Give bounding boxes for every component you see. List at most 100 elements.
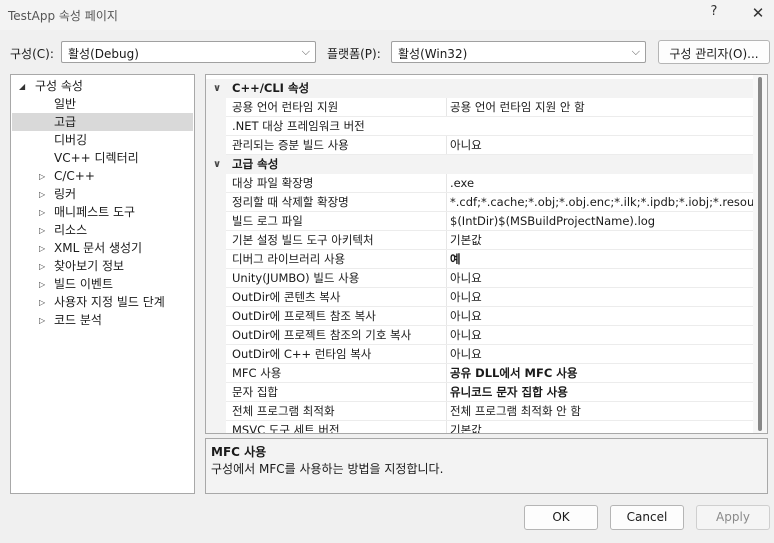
category-label: C++/CLI 속성 — [232, 81, 310, 95]
property-value[interactable]: 아니요 — [446, 307, 754, 326]
tree-item-cpp[interactable]: C/C++ — [54, 167, 95, 185]
property-name: 빌드 로그 파일 — [232, 214, 303, 228]
tree-item-browse-info[interactable]: 찾아보기 정보 — [54, 257, 124, 275]
window-title: TestApp 속성 페이지 — [8, 9, 118, 23]
property-grid: ∨ C++/CLI 속성 공용 언어 런타임 지원 공용 언어 런타임 지원 안 … — [205, 74, 768, 434]
property-value[interactable]: *.cdf;*.cache;*.obj;*.obj.enc;*.ilk;*.ip… — [446, 193, 754, 212]
expanded-triangle-icon[interactable]: ◢ — [19, 82, 25, 91]
apply-button[interactable]: Apply — [696, 505, 770, 530]
collapsed-triangle-icon[interactable]: ▷ — [39, 244, 45, 253]
category-advanced[interactable]: ∨ 고급 속성 — [206, 155, 754, 174]
property-row[interactable]: OutDir에 프로젝트 참조의 기호 복사 아니요 — [206, 326, 754, 345]
config-combo[interactable]: 활성(Debug) ⌵ — [61, 41, 316, 63]
chevron-down-icon[interactable]: ∨ — [213, 79, 221, 98]
tree-item-debugging[interactable]: 디버깅 — [54, 131, 87, 149]
property-value[interactable]: 공용 언어 런타임 지원 안 함 — [446, 98, 754, 117]
help-button[interactable]: ? — [702, 4, 726, 24]
chevron-down-icon[interactable]: ∨ — [213, 155, 221, 174]
ok-button[interactable]: OK — [524, 505, 598, 530]
property-name: OutDir에 콘텐츠 복사 — [232, 290, 341, 304]
tree-item-xml-doc-generator[interactable]: XML 문서 생성기 — [54, 239, 142, 257]
scrollbar-thumb[interactable] — [758, 77, 762, 431]
description-panel: MFC 사용 구성에서 MFC를 사용하는 방법을 지정합니다. — [205, 438, 768, 494]
property-value[interactable]: 전체 프로그램 최적화 안 함 — [446, 402, 754, 421]
title-bar: TestApp 속성 페이지 ? ✕ — [0, 0, 774, 30]
property-name: Unity(JUMBO) 빌드 사용 — [232, 271, 360, 285]
tree-item-manifest-tool[interactable]: 매니페스트 도구 — [54, 203, 135, 221]
category-label: 고급 속성 — [232, 157, 279, 171]
tree-item-code-analysis[interactable]: 코드 분석 — [54, 311, 102, 329]
property-name: 정리할 때 삭제할 확장명 — [232, 195, 349, 209]
property-name: 전체 프로그램 최적화 — [232, 404, 335, 418]
description-text: 구성에서 MFC를 사용하는 방법을 지정합니다. — [211, 462, 444, 476]
property-row[interactable]: .NET 대상 프레임워크 버전 — [206, 117, 754, 136]
cancel-button[interactable]: Cancel — [610, 505, 684, 530]
collapsed-triangle-icon[interactable]: ▷ — [39, 262, 45, 271]
property-value[interactable]: 아니요 — [446, 326, 754, 345]
category-cpp-cli[interactable]: ∨ C++/CLI 속성 — [206, 79, 754, 98]
property-value[interactable]: 아니요 — [446, 288, 754, 307]
tree-item-general[interactable]: 일반 — [54, 95, 76, 113]
collapsed-triangle-icon[interactable]: ▷ — [39, 172, 45, 181]
property-name: 기본 설정 빌드 도구 아키텍처 — [232, 233, 374, 247]
property-value[interactable]: 기본값 — [446, 421, 754, 433]
property-name: 디버그 라이브러리 사용 — [232, 252, 346, 266]
grid-scrollbar[interactable] — [753, 75, 767, 433]
tree-root-config-properties[interactable]: 구성 속성 — [35, 77, 83, 95]
chevron-down-icon: ⌵ — [301, 45, 310, 58]
tree-item-build-events[interactable]: 빌드 이벤트 — [54, 275, 113, 293]
property-name: OutDir에 프로젝트 참조 복사 — [232, 309, 376, 323]
property-row[interactable]: 관리되는 증분 빌드 사용 아니요 — [206, 136, 754, 155]
property-row[interactable]: 문자 집합 유니코드 문자 집합 사용 — [206, 383, 754, 402]
property-row[interactable]: 공용 언어 런타임 지원 공용 언어 런타임 지원 안 함 — [206, 98, 754, 117]
property-row[interactable]: 기본 설정 빌드 도구 아키텍처 기본값 — [206, 231, 754, 250]
description-title: MFC 사용 — [211, 445, 267, 459]
property-value[interactable]: 예 — [446, 250, 754, 269]
property-row[interactable]: 전체 프로그램 최적화 전체 프로그램 최적화 안 함 — [206, 402, 754, 421]
property-name: MFC 사용 — [232, 366, 282, 380]
property-value[interactable]: .exe — [446, 174, 754, 193]
collapsed-triangle-icon[interactable]: ▷ — [39, 298, 45, 307]
collapsed-triangle-icon[interactable]: ▷ — [39, 280, 45, 289]
platform-label: 플랫폼(P): — [327, 47, 381, 61]
property-name: 문자 집합 — [232, 385, 278, 399]
property-value[interactable]: 아니요 — [446, 136, 754, 155]
property-value[interactable]: 아니요 — [446, 269, 754, 288]
property-row[interactable]: MSVC 도구 세트 버전 기본값 — [206, 421, 754, 434]
property-tree: ◢ 구성 속성 일반 고급 디버깅 VC++ 디렉터리 ▷ C/C++ ▷ 링커… — [10, 74, 195, 494]
property-row[interactable]: OutDir에 프로젝트 참조 복사 아니요 — [206, 307, 754, 326]
property-value[interactable]: 공유 DLL에서 MFC 사용 — [446, 364, 754, 383]
collapsed-triangle-icon[interactable]: ▷ — [39, 226, 45, 235]
property-name: 공용 언어 런타임 지원 — [232, 100, 339, 114]
platform-combo-value: 활성(Win32) — [398, 47, 468, 61]
collapsed-triangle-icon[interactable]: ▷ — [39, 208, 45, 217]
close-button[interactable]: ✕ — [744, 4, 772, 24]
property-row[interactable]: OutDir에 콘텐츠 복사 아니요 — [206, 288, 754, 307]
property-row-selected[interactable]: MFC 사용 공유 DLL에서 MFC 사용 — [206, 364, 754, 383]
property-value[interactable]: 유니코드 문자 집합 사용 — [446, 383, 754, 402]
property-value[interactable]: $(IntDir)$(MSBuildProjectName).log — [446, 212, 754, 231]
property-value[interactable]: 기본값 — [446, 231, 754, 250]
property-name: 대상 파일 확장명 — [232, 176, 314, 190]
tree-item-linker[interactable]: 링커 — [54, 185, 76, 203]
property-row[interactable]: 빌드 로그 파일 $(IntDir)$(MSBuildProjectName).l… — [206, 212, 754, 231]
tree-item-advanced[interactable]: 고급 — [12, 113, 193, 131]
collapsed-triangle-icon[interactable]: ▷ — [39, 190, 45, 199]
property-row[interactable]: 대상 파일 확장명 .exe — [206, 174, 754, 193]
property-name: OutDir에 C++ 런타임 복사 — [232, 347, 372, 361]
property-name: 관리되는 증분 빌드 사용 — [232, 138, 349, 152]
property-row[interactable]: OutDir에 C++ 런타임 복사 아니요 — [206, 345, 754, 364]
collapsed-triangle-icon[interactable]: ▷ — [39, 316, 45, 325]
chevron-down-icon: ⌵ — [631, 45, 640, 58]
tree-item-resources[interactable]: 리소스 — [54, 221, 87, 239]
property-name: MSVC 도구 세트 버전 — [232, 423, 340, 434]
platform-combo[interactable]: 활성(Win32) ⌵ — [391, 41, 646, 63]
property-row[interactable]: 정리할 때 삭제할 확장명 *.cdf;*.cache;*.obj;*.obj.e… — [206, 193, 754, 212]
config-manager-button[interactable]: 구성 관리자(O)... — [658, 40, 770, 64]
property-name: OutDir에 프로젝트 참조의 기호 복사 — [232, 328, 412, 342]
property-row[interactable]: Unity(JUMBO) 빌드 사용 아니요 — [206, 269, 754, 288]
tree-item-custom-build-step[interactable]: 사용자 지정 빌드 단계 — [54, 293, 165, 311]
property-value[interactable]: 아니요 — [446, 345, 754, 364]
property-row[interactable]: 디버그 라이브러리 사용 예 — [206, 250, 754, 269]
tree-item-vc-directories[interactable]: VC++ 디렉터리 — [54, 149, 139, 167]
